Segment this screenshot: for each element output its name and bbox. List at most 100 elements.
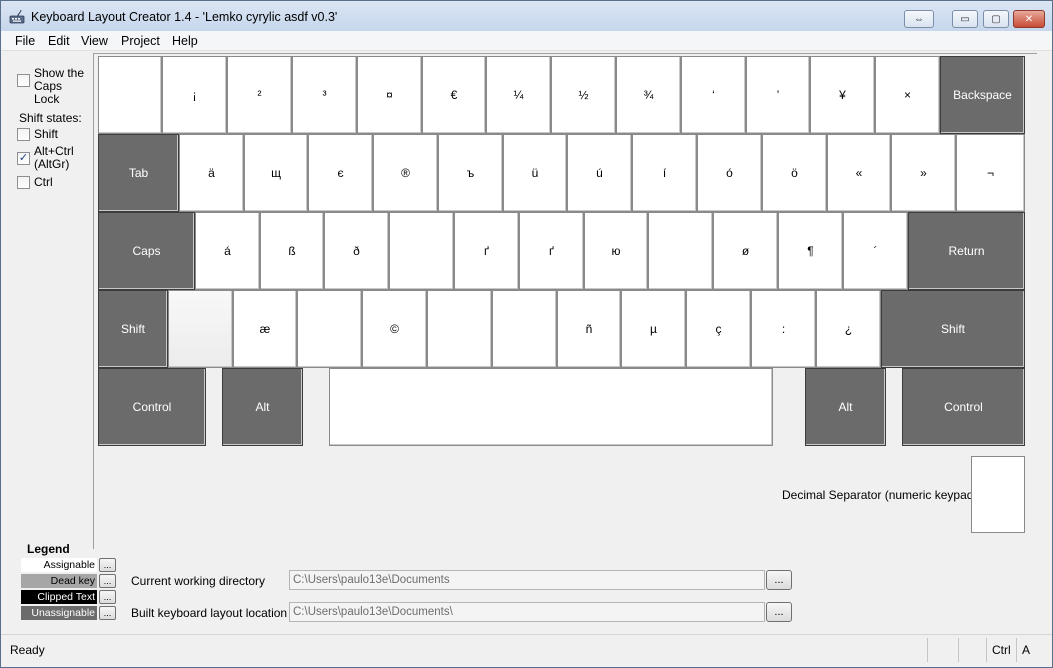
key-5[interactable]: €: [422, 56, 486, 134]
key-i[interactable]: í: [632, 134, 697, 212]
key-oem3[interactable]: [98, 56, 162, 134]
maximize-button[interactable]: ▢: [983, 10, 1009, 28]
menu-view[interactable]: View: [81, 34, 108, 48]
check-icon: ✓: [18, 152, 29, 164]
key-g[interactable]: ґ: [454, 212, 519, 290]
key-slash[interactable]: ¿: [816, 290, 881, 368]
key-z[interactable]: æ: [233, 290, 297, 368]
legend-assignable-button[interactable]: ...: [99, 558, 116, 572]
key-lalt[interactable]: Alt: [222, 368, 303, 446]
key-p[interactable]: ö: [762, 134, 827, 212]
menu-file[interactable]: File: [15, 34, 35, 48]
key-4[interactable]: ¤: [357, 56, 422, 134]
key-e[interactable]: є: [308, 134, 373, 212]
menu-edit[interactable]: Edit: [48, 34, 70, 48]
build-location-field[interactable]: C:\Users\paulo13e\Documents\: [289, 602, 765, 622]
key-0[interactable]: ’: [746, 56, 810, 134]
key-3[interactable]: ³: [292, 56, 357, 134]
key-lcontrol[interactable]: Control: [98, 368, 206, 446]
legend-dead-key: Dead key: [21, 574, 97, 588]
key-lbracket[interactable]: «: [827, 134, 891, 212]
key-rcontrol[interactable]: Control: [902, 368, 1025, 446]
altgr-checkbox[interactable]: ✓: [17, 152, 30, 165]
key-backspace[interactable]: Backspace: [940, 56, 1025, 134]
build-location-label: Built keyboard layout location: [131, 606, 288, 620]
key-6[interactable]: ¼: [486, 56, 551, 134]
key-semicolon[interactable]: ¶: [778, 212, 843, 290]
key-j[interactable]: ю: [584, 212, 648, 290]
legend-unassignable-button[interactable]: ...: [99, 606, 116, 620]
caps-lock-label: Show the Caps Lock: [34, 66, 85, 106]
key-minus[interactable]: ¥: [810, 56, 875, 134]
key-oem102[interactable]: [168, 290, 233, 368]
key-u[interactable]: ú: [567, 134, 632, 212]
key-7[interactable]: ½: [551, 56, 616, 134]
menu-help[interactable]: Help: [172, 34, 198, 48]
menu-project[interactable]: Project: [121, 34, 160, 48]
title-bar: Keyboard Layout Creator 1.4 - 'Lemko cyr…: [1, 1, 1052, 31]
key-q[interactable]: ä: [179, 134, 244, 212]
cwd-label: Current working directory: [131, 574, 266, 588]
status-separator: [927, 638, 928, 662]
key-period[interactable]: :: [751, 290, 816, 368]
caps-lock-checkbox[interactable]: [17, 74, 30, 87]
decimal-separator-label: Decimal Separator (numeric keypad): [782, 488, 978, 502]
key-s[interactable]: ß: [260, 212, 324, 290]
key-v[interactable]: [427, 290, 492, 368]
shift-checkbox[interactable]: [17, 128, 30, 141]
key-equals[interactable]: ×: [875, 56, 940, 134]
key-t[interactable]: ъ: [438, 134, 503, 212]
ctrl-checkbox[interactable]: [17, 176, 30, 189]
key-k[interactable]: [648, 212, 713, 290]
key-w[interactable]: щ: [244, 134, 308, 212]
key-1[interactable]: ¡: [162, 56, 227, 134]
key-comma[interactable]: ç: [686, 290, 751, 368]
key-n[interactable]: ñ: [557, 290, 621, 368]
key-r[interactable]: ®: [373, 134, 438, 212]
key-decimal[interactable]: [971, 456, 1025, 533]
key-rshift[interactable]: Shift: [881, 290, 1025, 368]
legend-unassignable: Unassignable: [21, 606, 97, 620]
key-8[interactable]: ¾: [616, 56, 681, 134]
cwd-field[interactable]: C:\Users\paulo13e\Documents: [289, 570, 765, 590]
key-f[interactable]: [389, 212, 454, 290]
key-x[interactable]: [297, 290, 362, 368]
key-backslash[interactable]: ¬: [956, 134, 1025, 212]
key-a[interactable]: á: [195, 212, 260, 290]
key-quote[interactable]: ´: [843, 212, 908, 290]
options-panel: Show the Caps Lock Shift states: Shift ✓…: [1, 52, 93, 542]
key-m[interactable]: µ: [621, 290, 686, 368]
key-rbracket[interactable]: »: [891, 134, 956, 212]
key-caps[interactable]: Caps: [98, 212, 195, 290]
legend-clipped-text: Clipped Text: [21, 590, 97, 604]
close-button[interactable]: ✕: [1013, 10, 1045, 28]
status-ctrl-indicator: Ctrl: [992, 643, 1011, 657]
status-bar: Ready Ctrl A: [1, 634, 1052, 667]
key-9[interactable]: ‘: [681, 56, 746, 134]
legend-clipped-text-button[interactable]: ...: [99, 590, 116, 604]
key-tab[interactable]: Tab: [98, 134, 179, 212]
key-b[interactable]: [492, 290, 557, 368]
status-separator: [958, 638, 959, 662]
key-h[interactable]: ґ: [519, 212, 584, 290]
key-o[interactable]: ó: [697, 134, 762, 212]
key-lshift[interactable]: Shift: [98, 290, 168, 368]
key-y[interactable]: ü: [503, 134, 567, 212]
key-space[interactable]: [329, 368, 773, 446]
altgr-label: Alt+Ctrl (AltGr): [34, 144, 74, 171]
status-separator: [1016, 638, 1017, 662]
minimize-button[interactable]: ▭: [952, 10, 978, 28]
key-c[interactable]: ©: [362, 290, 427, 368]
key-2[interactable]: ²: [227, 56, 292, 134]
shift-states-heading: Shift states:: [19, 111, 82, 125]
key-ralt[interactable]: Alt: [805, 368, 886, 446]
switch-window-button[interactable]: ⇔: [904, 10, 934, 28]
build-location-browse-button[interactable]: ...: [766, 602, 792, 622]
ctrl-label: Ctrl: [34, 175, 53, 189]
status-alt-indicator: A: [1022, 643, 1031, 657]
key-d[interactable]: ð: [324, 212, 389, 290]
key-return[interactable]: Return: [908, 212, 1025, 290]
key-l[interactable]: ø: [713, 212, 778, 290]
legend-dead-key-button[interactable]: ...: [99, 574, 116, 588]
cwd-browse-button[interactable]: ...: [766, 570, 792, 590]
